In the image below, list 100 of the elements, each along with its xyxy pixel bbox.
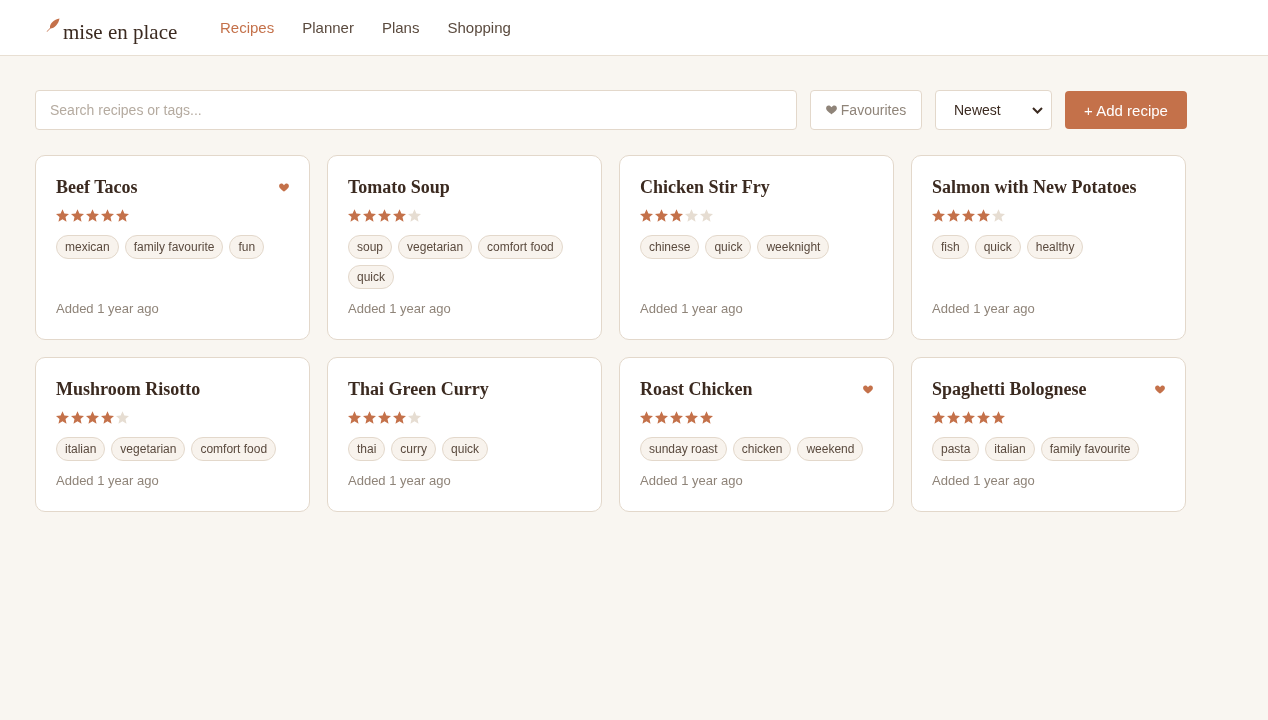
recipe-title: Spaghetti Bolognese — [932, 378, 1087, 400]
star-icon — [670, 209, 683, 222]
recipe-tag: quick — [348, 265, 394, 289]
star-icon — [56, 209, 69, 222]
recipe-tag: chinese — [640, 235, 700, 259]
sort-select[interactable]: Newest — [935, 90, 1052, 130]
recipe-tag: chicken — [732, 437, 792, 461]
recipe-tag: sunday roast — [640, 437, 727, 461]
recipe-card[interactable]: Beef Tacos mexican family favourite fun Added 1 year ago — [35, 155, 310, 340]
star-icon — [977, 411, 990, 424]
recipe-tag: weekend — [797, 437, 864, 461]
recipe-tag: comfort food — [191, 437, 277, 461]
added-date: Added 1 year ago — [640, 300, 743, 317]
star-icon — [947, 411, 960, 424]
added-date: Added 1 year ago — [348, 300, 451, 317]
star-icon — [685, 411, 698, 424]
star-icon — [348, 209, 361, 222]
added-date: Added 1 year ago — [348, 472, 451, 489]
recipe-tag: family favourite — [124, 235, 224, 259]
recipe-tag: soup — [348, 235, 393, 259]
star-icon — [992, 411, 1005, 424]
star-icon — [655, 209, 668, 222]
recipe-tag: curry — [391, 437, 437, 461]
nav-link[interactable]: Shopping — [447, 17, 511, 38]
recipe-tag: healthy — [1026, 235, 1084, 259]
recipe-tag: fun — [229, 235, 265, 259]
recipe-card[interactable]: Chicken Stir Fry chinese quick weeknight Added 1 year ago — [619, 155, 894, 340]
recipe-tag: italian — [985, 437, 1035, 461]
star-icon — [56, 411, 69, 424]
star-icon — [408, 411, 421, 424]
star-icon — [640, 209, 653, 222]
recipe-tag: weeknight — [757, 235, 830, 259]
recipe-card[interactable]: Salmon with New Potatoes fish quick healthy Added 1 year ago — [911, 155, 1186, 340]
star-icon — [947, 209, 960, 222]
star-icon — [655, 411, 668, 424]
recipe-card[interactable]: Roast Chicken sunday roast chicken weekend Added 1 year ago — [619, 357, 894, 512]
star-icon — [962, 209, 975, 222]
star-icon — [71, 209, 84, 222]
star-icon — [86, 411, 99, 424]
add-recipe-button[interactable]: + Add recipe — [1065, 91, 1187, 129]
added-date: Added 1 year ago — [640, 472, 743, 489]
nav-link[interactable]: Planner — [302, 17, 354, 38]
recipe-title: Mushroom Risotto — [56, 378, 201, 400]
search-field[interactable]: Search recipes or tags... — [35, 90, 797, 130]
star-icon — [977, 209, 990, 222]
star-icon — [700, 209, 713, 222]
recipe-tag: thai — [348, 437, 386, 461]
recipe-tag: quick — [442, 437, 489, 461]
recipe-tag: vegetarian — [398, 235, 473, 259]
recipe-tag: vegetarian — [111, 437, 186, 461]
recipe-card[interactable]: Thai Green Curry thai curry quick Added 1 year ago — [327, 357, 602, 512]
added-date: Added 1 year ago — [932, 300, 1035, 317]
added-date: Added 1 year ago — [56, 472, 159, 489]
recipe-tag: quick — [705, 235, 752, 259]
recipe-title: Chicken Stir Fry — [640, 176, 770, 198]
recipe-tag: pasta — [932, 437, 980, 461]
star-icon — [992, 209, 1005, 222]
star-icon — [363, 411, 376, 424]
star-icon — [932, 209, 945, 222]
nav-link[interactable]: Plans — [381, 17, 420, 38]
star-icon — [116, 209, 129, 222]
recipe-title: Roast Chicken — [640, 378, 753, 400]
star-icon — [685, 209, 698, 222]
star-icon — [670, 411, 683, 424]
recipe-title: Beef Tacos — [56, 176, 138, 198]
star-icon — [393, 411, 406, 424]
recipe-tag: quick — [974, 235, 1021, 259]
nav-link[interactable]: Recipes — [220, 17, 275, 38]
recipe-card[interactable]: Tomato Soup soup vegetarian comfort food quick Added 1 year ago — [327, 155, 602, 340]
added-date: Added 1 year ago — [56, 300, 159, 317]
star-icon — [378, 209, 391, 222]
star-icon — [640, 411, 653, 424]
star-icon — [378, 411, 391, 424]
star-icon — [71, 411, 84, 424]
recipe-card[interactable]: Spaghetti Bolognese pasta italian family favourite Added 1 year ago — [911, 357, 1186, 512]
star-icon — [86, 209, 99, 222]
recipe-tag: comfort food — [478, 235, 563, 259]
star-icon — [116, 411, 129, 424]
star-icon — [932, 411, 945, 424]
recipe-card[interactable]: Mushroom Risotto italian vegetarian comfort food Added 1 year ago — [35, 357, 310, 512]
recipe-title: Thai Green Curry — [348, 378, 489, 400]
favourites-filter-button[interactable]: Favourites — [810, 90, 922, 130]
recipe-title: Tomato Soup — [348, 176, 450, 198]
star-icon — [101, 209, 114, 222]
app-logo: mise en place — [63, 19, 178, 44]
star-icon — [962, 411, 975, 424]
chevron-down-icon — [1032, 106, 1043, 114]
star-icon — [700, 411, 713, 424]
star-icon — [101, 411, 114, 424]
star-icon — [348, 411, 361, 424]
heart-icon — [825, 105, 837, 115]
star-icon — [408, 209, 421, 222]
recipe-tag: italian — [56, 437, 106, 461]
star-icon — [393, 209, 406, 222]
star-icon — [363, 209, 376, 222]
recipe-tag: family favourite — [1040, 437, 1140, 461]
recipe-title: Salmon with New Potatoes — [932, 176, 1137, 198]
recipe-tag: mexican — [56, 235, 119, 259]
added-date: Added 1 year ago — [932, 472, 1035, 489]
recipe-tag: fish — [932, 235, 969, 259]
